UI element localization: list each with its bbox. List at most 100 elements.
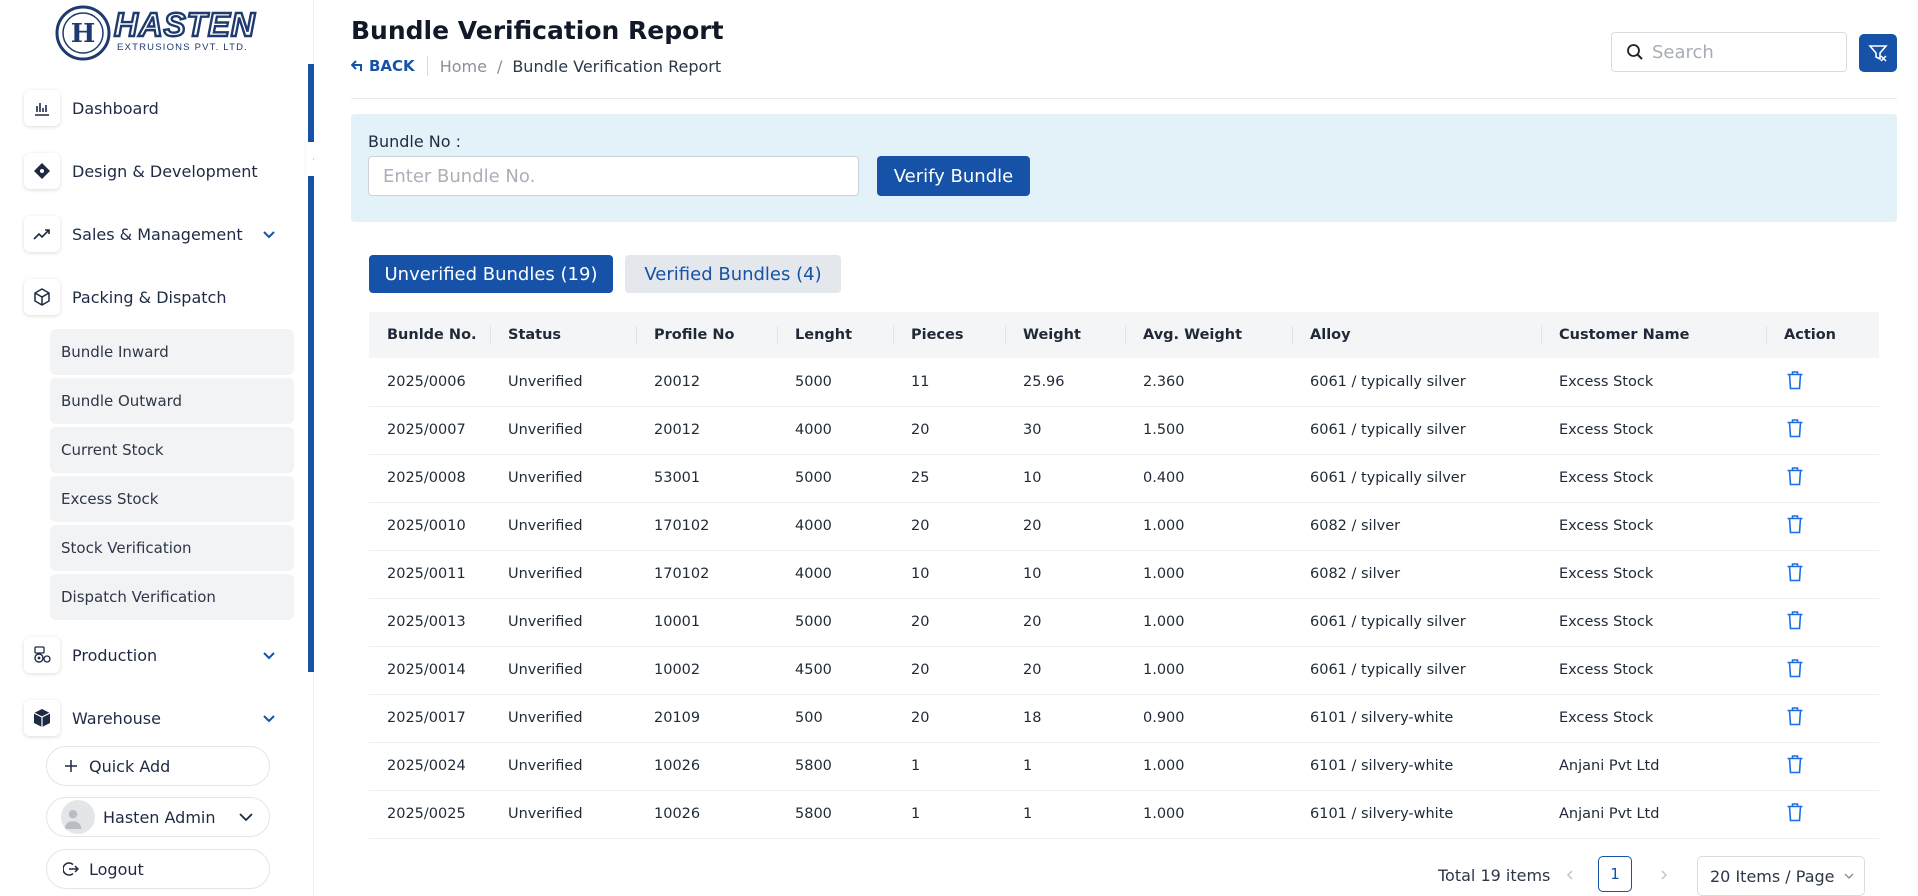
pagination-prev-button[interactable] <box>1564 856 1576 894</box>
customer-name-cell: Excess Stock <box>1541 502 1766 551</box>
table-row[interactable]: 2025/0014 Unverified 10002 4500 20 20 1.000 606… <box>369 646 1879 695</box>
avg-weight-cell: 2.360 <box>1125 358 1292 407</box>
brand-logo[interactable]: H HASTEN EXTRUSIONS PVT. LTD. <box>54 4 264 64</box>
delete-button[interactable] <box>1784 610 1804 634</box>
breadcrumb-home[interactable]: Home <box>440 57 487 76</box>
sidebar-item-design-development[interactable]: Design & Development <box>24 151 284 191</box>
table-row[interactable]: 2025/0013 Unverified 10001 5000 20 20 1.000 606… <box>369 598 1879 647</box>
profile-no-cell: 20012 <box>636 358 777 407</box>
alloy-cell: 6082 / silver <box>1292 502 1541 551</box>
search-box[interactable] <box>1611 32 1847 72</box>
main-content: Bundle Verification Report BACK Home / B… <box>314 0 1918 896</box>
quick-add-button[interactable]: Quick Add <box>46 746 270 786</box>
filter-icon <box>1868 45 1888 62</box>
weight-cell: 20 <box>1005 598 1125 647</box>
pieces-cell: 20 <box>893 598 1005 647</box>
pen-tool-icon <box>24 153 60 189</box>
pagination-next-button[interactable] <box>1658 856 1670 894</box>
sidebar-item-warehouse[interactable]: Warehouse <box>24 698 284 738</box>
column-header: Status <box>490 312 636 358</box>
table-row[interactable]: 2025/0024 Unverified 10026 5800 1 1 1.000 6101 … <box>369 742 1879 791</box>
logout-button[interactable]: Logout <box>46 849 270 889</box>
delete-button[interactable] <box>1784 754 1804 778</box>
sidebar-subitem-bundle-inward[interactable]: Bundle Inward <box>50 329 294 375</box>
alloy-cell: 6101 / silvery-white <box>1292 694 1541 743</box>
action-cell <box>1766 502 1879 551</box>
avg-weight-cell: 1.000 <box>1125 742 1292 791</box>
avg-weight-cell: 1.000 <box>1125 790 1292 839</box>
page-size-select[interactable]: 20 Items / Page <box>1697 856 1865 896</box>
table-header-row: Bunlde No. Status Profile No Lenght Piec… <box>369 312 1879 358</box>
status-cell: Unverified <box>490 646 636 695</box>
column-header: Weight <box>1005 312 1125 358</box>
table-row[interactable]: 2025/0017 Unverified 20109 500 20 18 0.900 6101… <box>369 694 1879 743</box>
tab-unverified-bundles[interactable]: Unverified Bundles (19) <box>369 255 613 293</box>
verify-bundle-button[interactable]: Verify Bundle <box>877 156 1030 196</box>
profile-no-cell: 170102 <box>636 502 777 551</box>
sidebar-item-production[interactable]: Production <box>24 635 284 675</box>
action-cell <box>1766 646 1879 695</box>
customer-name-cell: Excess Stock <box>1541 550 1766 599</box>
plus-icon <box>65 760 77 772</box>
sidebar-subitem-bundle-outward[interactable]: Bundle Outward <box>50 378 294 424</box>
weight-cell: 1 <box>1005 742 1125 791</box>
delete-button[interactable] <box>1784 802 1804 826</box>
weight-cell: 1 <box>1005 790 1125 839</box>
action-cell <box>1766 406 1879 455</box>
search-input[interactable] <box>1652 41 1832 63</box>
length-cell: 5000 <box>777 454 893 503</box>
table-row[interactable]: 2025/0025 Unverified 10026 5800 1 1 1.000 6101 … <box>369 790 1879 839</box>
chevron-down-icon <box>263 231 275 239</box>
delete-button[interactable] <box>1784 562 1804 586</box>
delete-button[interactable] <box>1784 466 1804 490</box>
sidebar-subitem-label: Bundle Outward <box>61 392 183 410</box>
length-cell: 4500 <box>777 646 893 695</box>
delete-button[interactable] <box>1784 370 1804 394</box>
delete-button[interactable] <box>1784 658 1804 682</box>
length-cell: 5800 <box>777 742 893 791</box>
length-cell: 4000 <box>777 550 893 599</box>
bundle-no-input[interactable] <box>368 156 859 196</box>
svg-text:HASTEN: HASTEN <box>114 6 256 43</box>
breadcrumb: BACK Home / Bundle Verification Report <box>351 55 721 77</box>
length-cell: 5000 <box>777 358 893 407</box>
sidebar-item-sales-management[interactable]: Sales & Management <box>24 214 284 254</box>
customer-name-cell: Anjani Pvt Ltd <box>1541 790 1766 839</box>
delete-button[interactable] <box>1784 706 1804 730</box>
bundle-no-cell: 2025/0025 <box>369 790 490 839</box>
chevron-down-icon <box>1844 873 1853 879</box>
search-icon <box>1627 44 1643 60</box>
delete-button[interactable] <box>1784 514 1804 538</box>
table-row[interactable]: 2025/0006 Unverified 20012 5000 11 25.96 2.360… <box>369 358 1879 407</box>
sidebar-item-label: Sales & Management <box>72 224 243 244</box>
back-button[interactable]: BACK <box>351 57 415 75</box>
column-header: Alloy <box>1292 312 1541 358</box>
sidebar-subitem-current-stock[interactable]: Current Stock <box>50 427 294 473</box>
alloy-cell: 6082 / silver <box>1292 550 1541 599</box>
sidebar-item-dashboard[interactable]: Dashboard <box>24 88 284 128</box>
sidebar-subitem-stock-verification[interactable]: Stock Verification <box>50 525 294 571</box>
table-row[interactable]: 2025/0008 Unverified 53001 5000 25 10 0.400 606… <box>369 454 1879 503</box>
status-cell: Unverified <box>490 790 636 839</box>
sidebar-subitem-dispatch-verification[interactable]: Dispatch Verification <box>50 574 294 620</box>
profile-no-cell: 10026 <box>636 742 777 791</box>
column-header: Bunlde No. <box>369 312 490 358</box>
table-row[interactable]: 2025/0007 Unverified 20012 4000 20 30 1.500 606… <box>369 406 1879 455</box>
table-row[interactable]: 2025/0011 Unverified 170102 4000 10 10 1.000 60… <box>369 550 1879 599</box>
pagination-page-1[interactable]: 1 <box>1598 856 1632 892</box>
action-cell <box>1766 742 1879 791</box>
tab-verified-bundles[interactable]: Verified Bundles (4) <box>625 255 841 293</box>
avg-weight-cell: 1.000 <box>1125 598 1292 647</box>
pieces-cell: 20 <box>893 406 1005 455</box>
action-cell <box>1766 790 1879 839</box>
sidebar-item-packing-dispatch[interactable]: Packing & Dispatch <box>24 277 284 317</box>
svg-text:H: H <box>71 19 96 49</box>
table-row[interactable]: 2025/0010 Unverified 170102 4000 20 20 1.000 60… <box>369 502 1879 551</box>
status-cell: Unverified <box>490 406 636 455</box>
logout-label: Logout <box>89 859 144 879</box>
sidebar-subitem-excess-stock[interactable]: Excess Stock <box>50 476 294 522</box>
user-menu-button[interactable]: Hasten Admin <box>46 797 270 837</box>
profile-no-cell: 10026 <box>636 790 777 839</box>
delete-button[interactable] <box>1784 418 1804 442</box>
filter-button[interactable] <box>1859 34 1897 72</box>
